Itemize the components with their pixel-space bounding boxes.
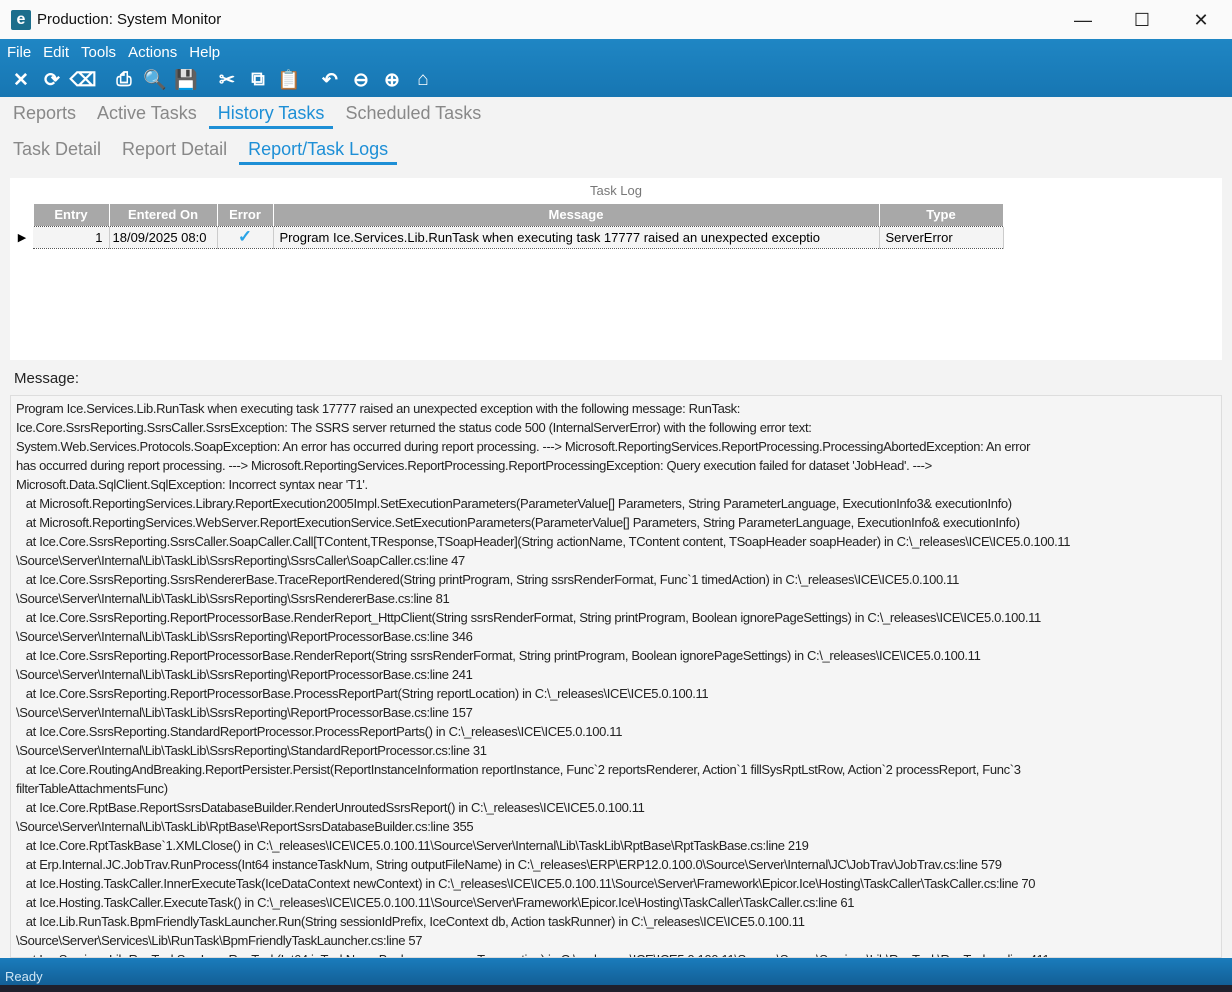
app-logo-icon: e: [11, 9, 31, 30]
cell-entered-on[interactable]: 18/09/2025 08:0: [109, 225, 218, 249]
title-bar: e Production: System Monitor — ☐ ✕: [0, 0, 1232, 39]
main-tabs: Reports Active Tasks History Tasks Sched…: [13, 103, 502, 129]
tab-report-detail[interactable]: Report Detail: [122, 139, 227, 165]
message-line: at Ice.Core.SsrsReporting.StandardReport…: [16, 724, 623, 739]
message-line: System.Web.Services.Protocols.SoapExcept…: [16, 439, 1031, 454]
message-line: at Microsoft.ReportingServices.WebServer…: [16, 515, 1020, 530]
maximize-button[interactable]: ☐: [1127, 8, 1157, 32]
task-log-grid: Entry Entered On Error Message Type ▶ 1 …: [11, 204, 1004, 249]
home-icon[interactable]: ⌂: [409, 69, 437, 91]
tab-history-tasks[interactable]: History Tasks: [208, 103, 334, 129]
message-line: \Source\Server\Internal\Lib\TaskLib\Ssrs…: [16, 553, 465, 568]
message-line: \Source\Server\Internal\Lib\TaskLib\Ssrs…: [16, 591, 450, 606]
menu-actions[interactable]: Actions: [128, 44, 177, 61]
message-line: Ice.Core.SsrsReporting.SsrsCaller.SsrsEx…: [16, 420, 812, 435]
message-line: \Source\Server\Internal\Lib\TaskLib\Ssrs…: [16, 705, 473, 720]
undo-icon[interactable]: ↶: [316, 69, 344, 92]
message-line: at Ice.Core.SsrsReporting.ReportProcesso…: [16, 686, 709, 701]
minimize-button[interactable]: —: [1068, 8, 1098, 32]
message-line: \Source\Server\Services\Lib\RunTask\BpmF…: [16, 933, 423, 948]
message-line: \Source\Server\Internal\Lib\TaskLib\RptB…: [16, 819, 474, 834]
message-line: at Ice.Core.SsrsReporting.ReportProcesso…: [16, 648, 981, 663]
tab-reports[interactable]: Reports: [13, 103, 76, 129]
message-line: at Ice.Hosting.TaskCaller.ExecuteTask() …: [16, 895, 855, 910]
refresh-icon[interactable]: ⟳: [38, 69, 66, 92]
column-header-entered-on[interactable]: Entered On: [109, 204, 218, 226]
row-selector-arrow-icon[interactable]: ▶: [11, 226, 33, 248]
column-header-type[interactable]: Type: [879, 204, 1004, 226]
menu-edit[interactable]: Edit: [43, 44, 69, 61]
message-line: at Ice.Core.RptBase.ReportSsrsDatabaseBu…: [16, 800, 645, 815]
column-header-error[interactable]: Error: [217, 204, 274, 226]
message-line: at Ice.Core.SsrsReporting.SsrsRendererBa…: [16, 572, 960, 587]
back-icon[interactable]: ⊖: [347, 69, 375, 92]
sub-tabs: Task Detail Report Detail Report/Task Lo…: [13, 139, 409, 165]
message-line: at Ice.Core.RptTaskBase`1.XMLClose() in …: [16, 838, 809, 853]
cell-message[interactable]: Program Ice.Services.Lib.RunTask when ex…: [273, 225, 880, 249]
menu-file[interactable]: File: [7, 44, 31, 61]
close-icon[interactable]: ✕: [7, 69, 35, 92]
print-icon[interactable]: ⎙: [110, 69, 138, 91]
menu-bar: File Edit Tools Actions Help: [0, 39, 1232, 65]
column-header-message[interactable]: Message: [273, 204, 880, 226]
close-window-button[interactable]: ✕: [1186, 8, 1216, 32]
column-header-entry[interactable]: Entry: [33, 204, 110, 226]
message-line: \Source\Server\Internal\Lib\TaskLib\Ssrs…: [16, 667, 473, 682]
message-line: filterTableAttachmentsFunc): [16, 781, 168, 796]
tab-report-task-logs[interactable]: Report/Task Logs: [239, 139, 398, 165]
menu-help[interactable]: Help: [189, 44, 220, 61]
save-icon[interactable]: 💾: [172, 68, 200, 92]
message-line: at Ice.Core.SsrsReporting.ReportProcesso…: [16, 610, 1042, 625]
message-line: at Ice.Services.Lib.RunTaskSvc.InnerRunT…: [16, 950, 1221, 957]
window-title: Production: System Monitor: [37, 11, 222, 28]
toolbar: ✕ ⟳ ⌫ ⎙ 🔍 💾 ✂ ⧉ 📋 ↶ ⊖ ⊕ ⌂: [0, 65, 1232, 95]
message-line: at Ice.Core.RoutingAndBreaking.ReportPer…: [16, 762, 1021, 777]
message-line: at Microsoft.ReportingServices.Library.R…: [16, 496, 1012, 511]
print-preview-icon[interactable]: 🔍: [141, 68, 169, 92]
message-line: at Ice.Lib.RunTask.BpmFriendlyTaskLaunch…: [16, 914, 805, 929]
copy-icon[interactable]: ⧉: [244, 69, 272, 91]
message-line: has occurred during report processing. -…: [16, 458, 932, 473]
message-line: \Source\Server\Internal\Lib\TaskLib\Ssrs…: [16, 629, 473, 644]
forward-icon[interactable]: ⊕: [378, 69, 406, 92]
message-line: at Ice.Hosting.TaskCaller.InnerExecuteTa…: [16, 876, 1036, 891]
status-bar: Ready: [0, 958, 1232, 985]
menu-tools[interactable]: Tools: [81, 44, 116, 61]
menu-toolbar-area: File Edit Tools Actions Help ✕ ⟳ ⌫ ⎙ 🔍 💾 ✂ ⧉ 📋 ↶ ⊖…: [0, 39, 1232, 97]
row-selector-header: [11, 204, 34, 226]
grid-header: Entry Entered On Error Message Type: [11, 204, 1004, 226]
message-textbox[interactable]: Program Ice.Services.Lib.RunTask when ex…: [10, 395, 1222, 958]
os-taskbar: [0, 985, 1232, 992]
message-line: at Ice.Core.SsrsReporting.SsrsCaller.Soa…: [16, 534, 1071, 549]
tab-scheduled-tasks[interactable]: Scheduled Tasks: [345, 103, 481, 129]
message-line: \Source\Server\Internal\Lib\TaskLib\Ssrs…: [16, 743, 487, 758]
tab-active-tasks[interactable]: Active Tasks: [97, 103, 197, 129]
task-log-caption: Task Log: [589, 183, 643, 198]
cell-error-check-icon[interactable]: ✓: [217, 225, 274, 249]
cell-entry[interactable]: 1: [33, 225, 110, 249]
paste-icon[interactable]: 📋: [275, 68, 303, 92]
table-row[interactable]: ▶ 1 18/09/2025 08:0 ✓ Program Ice.Servic…: [11, 225, 1004, 249]
clear-icon[interactable]: ⌫: [69, 69, 97, 92]
cell-type[interactable]: ServerError: [879, 225, 1004, 249]
cut-icon[interactable]: ✂: [213, 69, 241, 92]
message-label: Message:: [14, 370, 80, 387]
message-line: at Erp.Internal.JC.JobTrav.RunProcess(In…: [16, 857, 1002, 872]
message-line: Microsoft.Data.SqlClient.SqlException: I…: [16, 477, 368, 492]
message-line: Program Ice.Services.Lib.RunTask when ex…: [16, 401, 741, 416]
task-log-panel: Task Log Entry Entered On Error Message …: [10, 178, 1222, 360]
tab-task-detail[interactable]: Task Detail: [13, 139, 101, 165]
